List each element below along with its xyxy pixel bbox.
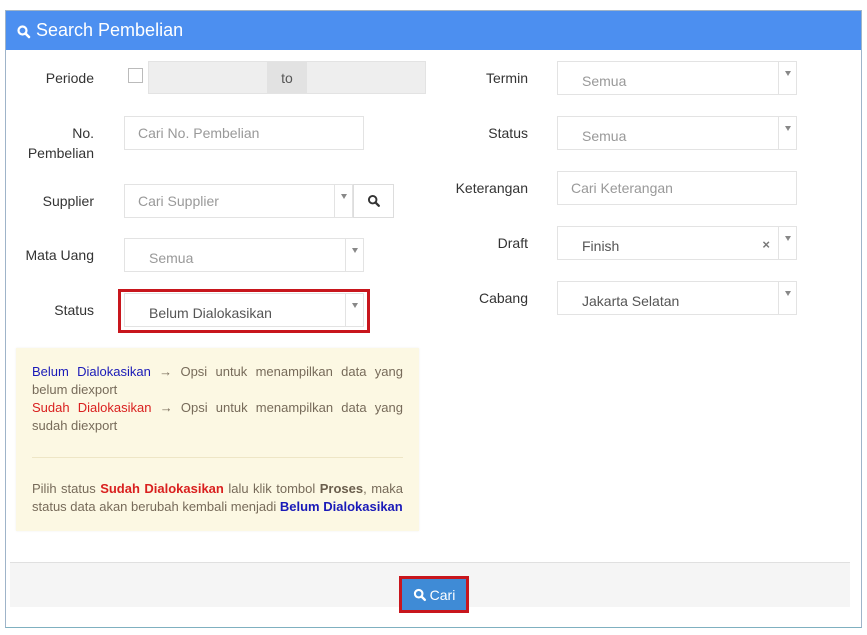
supplier-placeholder: Cari Supplier	[138, 193, 219, 209]
arrow-icon: →	[159, 400, 173, 415]
status-right-value: Semua	[582, 127, 627, 144]
status-right-label: Status	[488, 125, 528, 141]
chevron-down-icon[interactable]	[334, 185, 352, 217]
chevron-down-icon[interactable]	[345, 239, 363, 271]
info-divider	[32, 457, 403, 458]
status-highlight-box	[118, 289, 370, 333]
chevron-down-icon[interactable]	[778, 62, 796, 94]
search-icon	[367, 194, 380, 207]
termin-value: Semua	[582, 72, 627, 89]
termin-select[interactable]: Semua	[557, 61, 797, 95]
supplier-select[interactable]: Cari Supplier	[124, 184, 353, 218]
supplier-search-button[interactable]	[353, 184, 394, 218]
chevron-down-icon[interactable]	[778, 117, 796, 149]
info-line-sudah: Sudah Dialokasikan → Opsi untuk menampil…	[32, 399, 403, 435]
mata-uang-label: Mata Uang	[25, 247, 94, 263]
periode-date-range[interactable]: to	[148, 61, 426, 94]
status-label: Status	[54, 302, 94, 318]
keterangan-label: Keterangan	[455, 180, 528, 196]
info-note: Pilih status Sudah Dialokasikan lalu kli…	[32, 480, 403, 516]
chevron-down-icon[interactable]	[778, 227, 796, 259]
periode-checkbox[interactable]	[128, 68, 143, 83]
mata-uang-select[interactable]: Semua	[124, 238, 364, 272]
note-prefix: Pilih status	[32, 481, 96, 496]
term-sudah: Sudah Dialokasikan	[32, 400, 152, 415]
no-pembelian-label: No. Pembelian	[10, 123, 94, 163]
term-belum: Belum Dialokasikan	[32, 364, 151, 379]
no-pembelian-label-line1: No.	[72, 125, 94, 141]
cabang-label: Cabang	[478, 290, 528, 306]
keterangan-input[interactable]: Cari Keterangan	[557, 171, 797, 205]
periode-label: Periode	[45, 70, 94, 86]
arrow-icon: →	[159, 364, 173, 379]
panel-title: Search Pembelian	[36, 20, 184, 40]
draft-label: Draft	[497, 235, 528, 251]
cari-button[interactable]: Cari	[402, 579, 466, 610]
draft-value: Finish	[582, 237, 620, 254]
status-right-select[interactable]: Semua	[557, 116, 797, 150]
cabang-select[interactable]: Jakarta Selatan	[557, 281, 797, 315]
no-pembelian-input[interactable]: Cari No. Pembelian	[124, 116, 364, 150]
mata-uang-value: Semua	[149, 249, 194, 266]
clear-icon[interactable]: ×	[762, 234, 770, 252]
draft-select[interactable]: Finish ×	[557, 226, 797, 260]
keterangan-placeholder: Cari Keterangan	[571, 180, 673, 196]
note-result: Belum Dialokasikan	[279, 499, 403, 514]
no-pembelian-placeholder: Cari No. Pembelian	[138, 125, 260, 141]
note-status: Sudah Dialokasikan	[100, 481, 224, 496]
search-icon	[17, 25, 31, 39]
range-separator: to	[267, 62, 307, 93]
supplier-label: Supplier	[42, 193, 94, 209]
info-line-belum: Belum Dialokasikan → Opsi untuk menampil…	[32, 363, 403, 399]
search-icon	[413, 588, 426, 601]
note-button: Proses	[319, 481, 364, 496]
panel-header: Search Pembelian	[6, 11, 861, 50]
info-box: Belum Dialokasikan → Opsi untuk menampil…	[16, 348, 419, 531]
no-pembelian-label-line2: Pembelian	[27, 145, 94, 161]
cari-label: Cari	[429, 586, 456, 603]
cabang-value: Jakarta Selatan	[582, 292, 680, 309]
chevron-down-icon[interactable]	[778, 282, 796, 314]
note-mid: lalu klik tombol	[228, 481, 316, 496]
termin-label: Termin	[485, 70, 528, 86]
